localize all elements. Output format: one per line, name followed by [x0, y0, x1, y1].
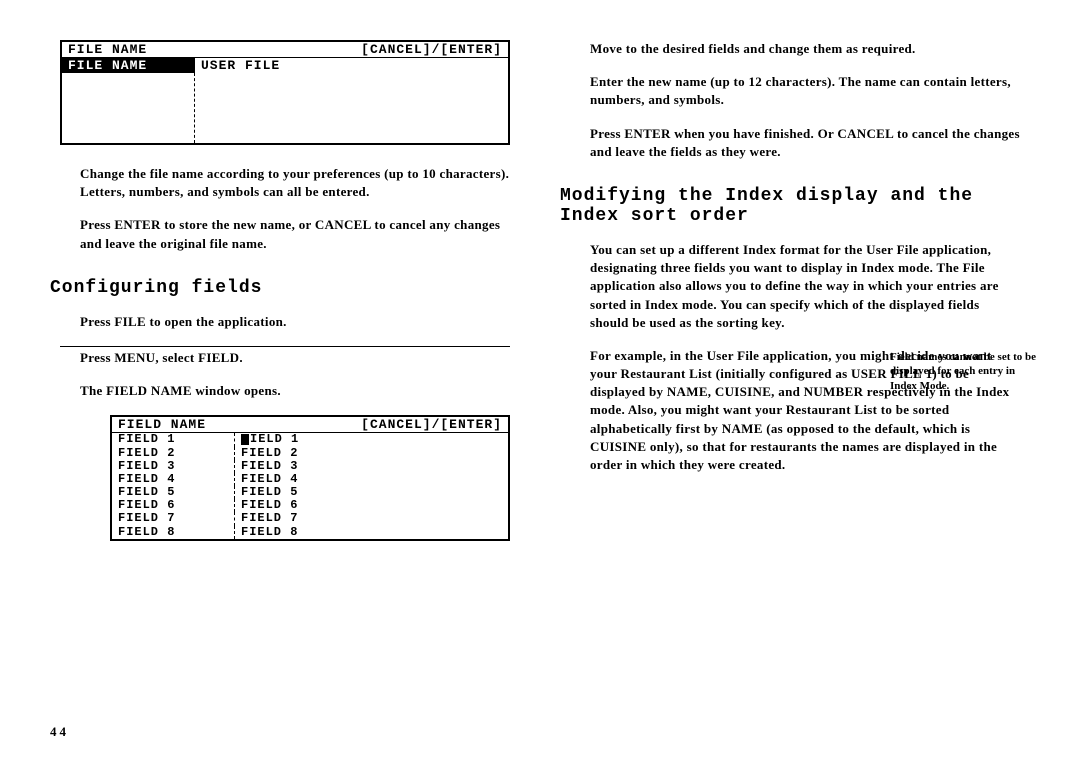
body-text: Press ENTER when you have finished. Or C… — [560, 125, 1030, 161]
body-text: Change the file name according to your p… — [50, 165, 520, 201]
field-label: FIELD 1 — [112, 433, 235, 446]
field-value: FIELD 3 — [235, 460, 304, 473]
table-row: FIELD 2FIELD 2 — [112, 447, 508, 460]
body-text: You can set up a different Index format … — [560, 241, 1030, 332]
window-title: FIELD NAME — [118, 417, 206, 432]
field-label: FIELD 8 — [112, 526, 235, 539]
field-label: FIELD 7 — [112, 512, 235, 525]
table-row: FIELD 3FIELD 3 — [112, 460, 508, 473]
body-text: Press MENU, select FIELD. — [50, 349, 520, 367]
field-label: FIELD 3 — [112, 460, 235, 473]
body-text: Move to the desired fields and change th… — [560, 40, 1030, 58]
field-value: FIELD 8 — [235, 526, 304, 539]
divider — [60, 346, 510, 347]
body-text: Press FILE to open the application. — [50, 313, 520, 331]
page-number: 44 — [50, 724, 69, 740]
file-name-window: FILE NAME [CANCEL]/[ENTER] FILE NAME USE… — [60, 40, 510, 145]
body-text: Enter the new name (up to 12 characters)… — [560, 73, 1030, 109]
table-row: FIELD 1IELD 1 — [112, 433, 508, 446]
body-text: The FIELD NAME window opens. — [50, 382, 520, 400]
body-text: Press ENTER to store the new name, or CA… — [50, 216, 520, 252]
window-title: FILE NAME — [68, 42, 147, 57]
field-value: USER FILE — [195, 58, 508, 73]
field-value: FIELD 2 — [235, 447, 304, 460]
window-buttons: [CANCEL]/[ENTER] — [361, 42, 502, 57]
field-value: FIELD 7 — [235, 512, 304, 525]
text-cursor-icon — [241, 434, 249, 445]
field-label: FIELD 2 — [112, 447, 235, 460]
table-row: FIELD 8FIELD 8 — [112, 526, 508, 539]
field-name-window: FIELD NAME [CANCEL]/[ENTER] FIELD 1IELD … — [110, 415, 510, 541]
table-row: FIELD 7FIELD 7 — [112, 512, 508, 525]
field-value: IELD 1 — [235, 433, 305, 446]
section-heading: Configuring fields — [50, 278, 520, 298]
section-heading: Modifying the Index display and the Inde… — [560, 186, 1030, 226]
margin-note: Field names cannot be set to be displaye… — [890, 350, 1040, 393]
field-label: FILE NAME — [62, 58, 195, 73]
window-buttons: [CANCEL]/[ENTER] — [361, 417, 502, 432]
